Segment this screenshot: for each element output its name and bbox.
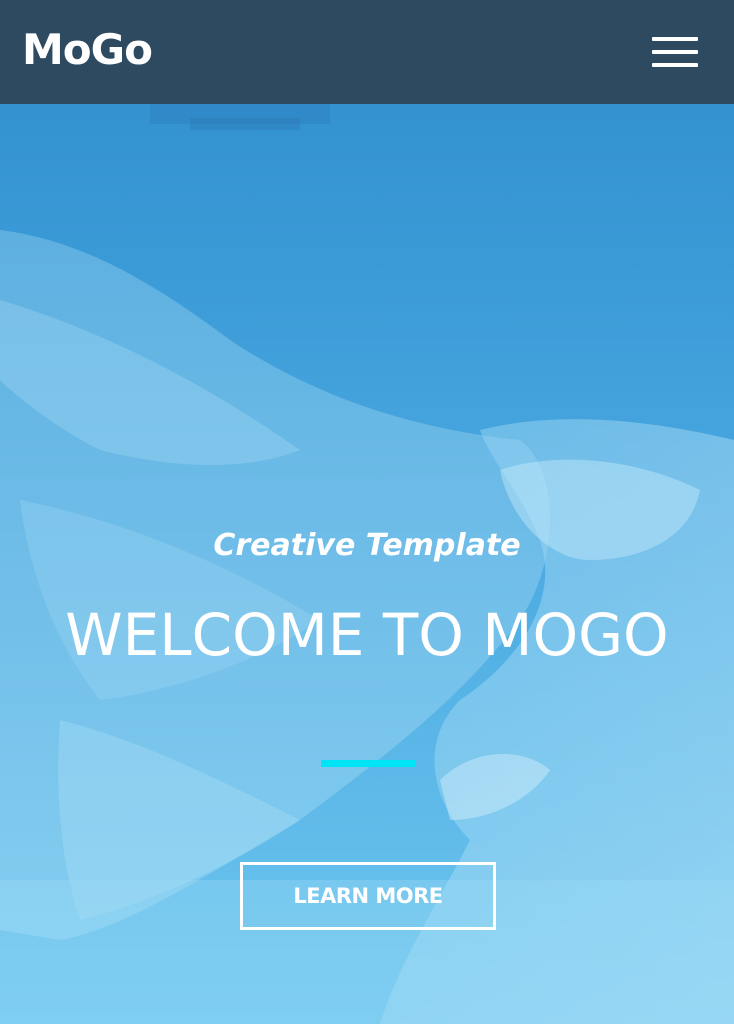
learn-more-button[interactable]: LEARN MORE (240, 862, 496, 930)
menu-bar (652, 63, 698, 67)
menu-bar (652, 50, 698, 54)
accent-divider (321, 760, 416, 767)
hero-title: WELCOME TO MOGO (65, 601, 669, 669)
hero-section: Creative Template WELCOME TO MOGO LEARN … (0, 104, 734, 1024)
hamburger-menu-icon[interactable] (648, 34, 702, 74)
logo[interactable]: MoGo (22, 24, 153, 76)
menu-bar (652, 37, 698, 41)
hero-subtitle: Creative Template (213, 528, 521, 563)
site-header: MoGo (0, 0, 734, 104)
page: MoGo Creative Template WELCOME TO MOGO L… (0, 0, 734, 1024)
